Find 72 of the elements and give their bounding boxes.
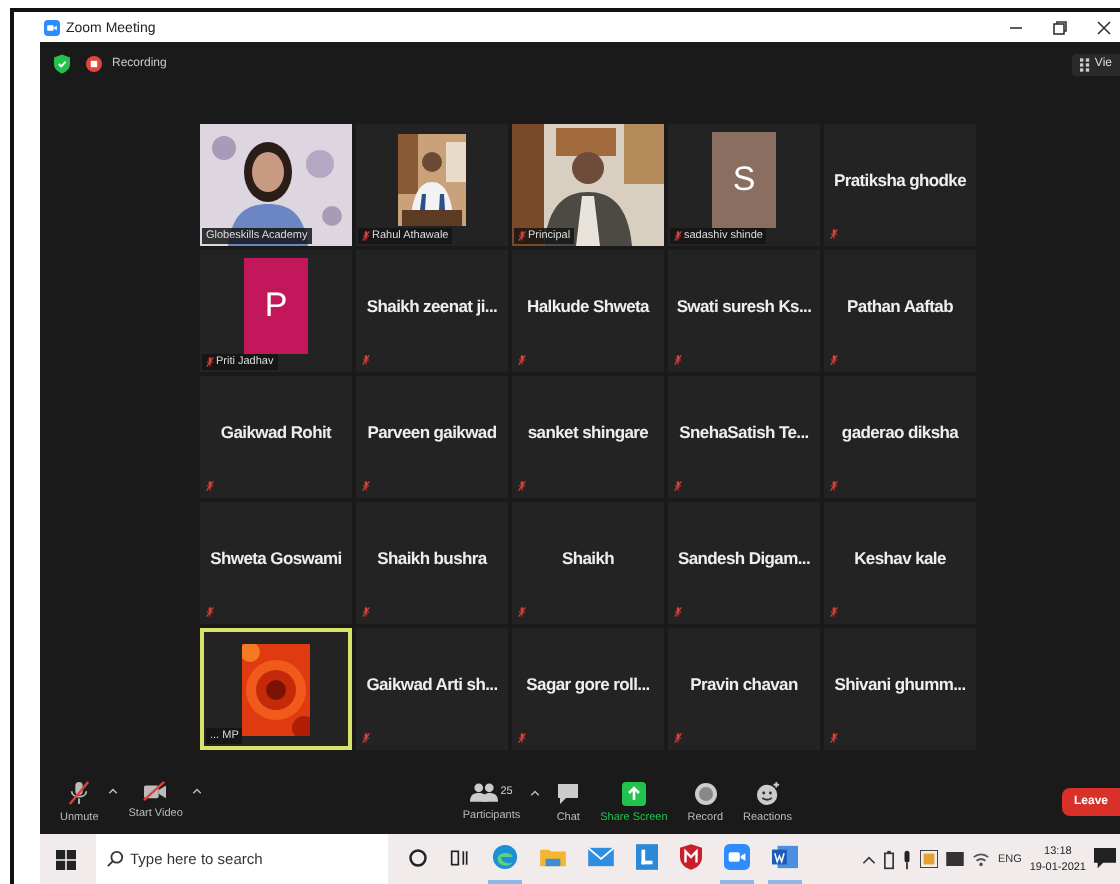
participant-name: Pratiksha ghodke xyxy=(831,169,969,189)
participant-tile[interactable]: Parveen gaikwad xyxy=(356,376,508,498)
participant-tile[interactable]: Halkude Shweta xyxy=(512,250,664,372)
participant-tile[interactable]: sanket shingare xyxy=(512,376,664,498)
participant-name: SnehaSatish Te... xyxy=(677,421,811,441)
mail-icon[interactable] xyxy=(588,846,614,868)
participant-tile[interactable]: Swati suresh Ks... xyxy=(668,250,820,372)
participant-name: gaderao diksha xyxy=(839,421,961,441)
participant-tile[interactable]: Keshav kale xyxy=(824,502,976,624)
shield-icon[interactable] xyxy=(54,54,70,74)
caret-icon[interactable] xyxy=(861,855,876,863)
caret-icon[interactable] xyxy=(192,788,203,794)
video-camera-icon[interactable] xyxy=(724,844,750,870)
share-screen-icon xyxy=(621,781,646,805)
restore-icon[interactable] xyxy=(1052,20,1068,36)
grid-icon xyxy=(1080,57,1091,71)
participant-tile[interactable]: Shaikh xyxy=(512,502,664,624)
document-icon[interactable] xyxy=(772,844,798,870)
edge-icon[interactable] xyxy=(492,844,518,870)
chat-icon xyxy=(556,781,581,805)
search-icon xyxy=(106,850,124,868)
muted-mic-icon xyxy=(68,780,91,806)
task-view-icon[interactable] xyxy=(450,847,470,867)
participant-name: Keshav kale xyxy=(852,547,948,567)
participant-tile[interactable]: SnehaSatish Te... xyxy=(668,376,820,498)
avatar-initial: S xyxy=(712,131,776,227)
participant-tile[interactable]: gaderao diksha xyxy=(824,376,976,498)
participant-tile[interactable]: Shaikh bushra xyxy=(356,502,508,624)
participant-name: Halkude Shweta xyxy=(525,295,652,315)
participant-tile[interactable]: Shivani ghumm... xyxy=(824,628,976,750)
participant-name: Swati suresh Ks... xyxy=(674,295,814,315)
participant-tile[interactable]: Pathan Aaftab xyxy=(824,250,976,372)
wifi-icon[interactable] xyxy=(971,850,990,868)
participant-tile[interactable]: Sandesh Digam... xyxy=(668,502,820,624)
microphone-icon[interactable] xyxy=(901,849,912,869)
windows-start-icon[interactable] xyxy=(56,849,76,869)
participant-tile[interactable]: Shweta Goswami xyxy=(200,502,352,624)
participant-name: Pravin chavan xyxy=(688,673,800,693)
caret-icon[interactable] xyxy=(530,789,541,795)
cortana-icon[interactable] xyxy=(408,847,428,867)
participant-name: Shivani ghumm... xyxy=(832,673,968,693)
participant-name: Shaikh xyxy=(559,547,617,567)
participant-name: Shweta Goswami xyxy=(208,547,344,567)
notification-icon[interactable] xyxy=(1094,848,1116,870)
display-icon[interactable] xyxy=(945,852,964,866)
battery-icon[interactable] xyxy=(883,849,894,869)
participant-name: sanket shingare xyxy=(525,421,651,441)
participant-name: Gaikwad Rohit xyxy=(218,421,334,441)
avatar-initial: P xyxy=(244,257,308,353)
participant-tile[interactable]: Pravin chavan xyxy=(668,628,820,750)
participant-name: Pathan Aaftab xyxy=(845,295,955,315)
participant-name: Shaikh bushra xyxy=(375,547,490,567)
participant-tile[interactable]: Pratiksha ghodke xyxy=(824,124,976,246)
app-tray-icon[interactable] xyxy=(919,850,938,868)
participant-name: Gaikwad Arti sh... xyxy=(364,673,500,693)
camera-off-icon xyxy=(142,780,169,802)
recording-icon xyxy=(86,56,102,72)
participant-name: Sandesh Digam... xyxy=(675,547,813,567)
people-icon xyxy=(470,781,499,803)
caret-icon[interactable] xyxy=(108,788,119,794)
participant-name: Parveen gaikwad xyxy=(365,421,499,441)
participant-name: Sagar gore roll... xyxy=(524,673,652,693)
participant-tile[interactable]: Shaikh zeenat ji... xyxy=(356,250,508,372)
participant-tile[interactable]: Gaikwad Rohit xyxy=(200,376,352,498)
app-tile-icon[interactable] xyxy=(636,844,658,870)
participant-tile[interactable]: Gaikwad Arti sh... xyxy=(356,628,508,750)
record-icon xyxy=(693,781,718,805)
participant-name: Shaikh zeenat ji... xyxy=(364,295,500,315)
smiley-icon xyxy=(755,781,780,805)
folder-icon[interactable] xyxy=(540,846,566,868)
close-icon[interactable] xyxy=(1096,20,1112,36)
participant-tile[interactable]: Sagar gore roll... xyxy=(512,628,664,750)
